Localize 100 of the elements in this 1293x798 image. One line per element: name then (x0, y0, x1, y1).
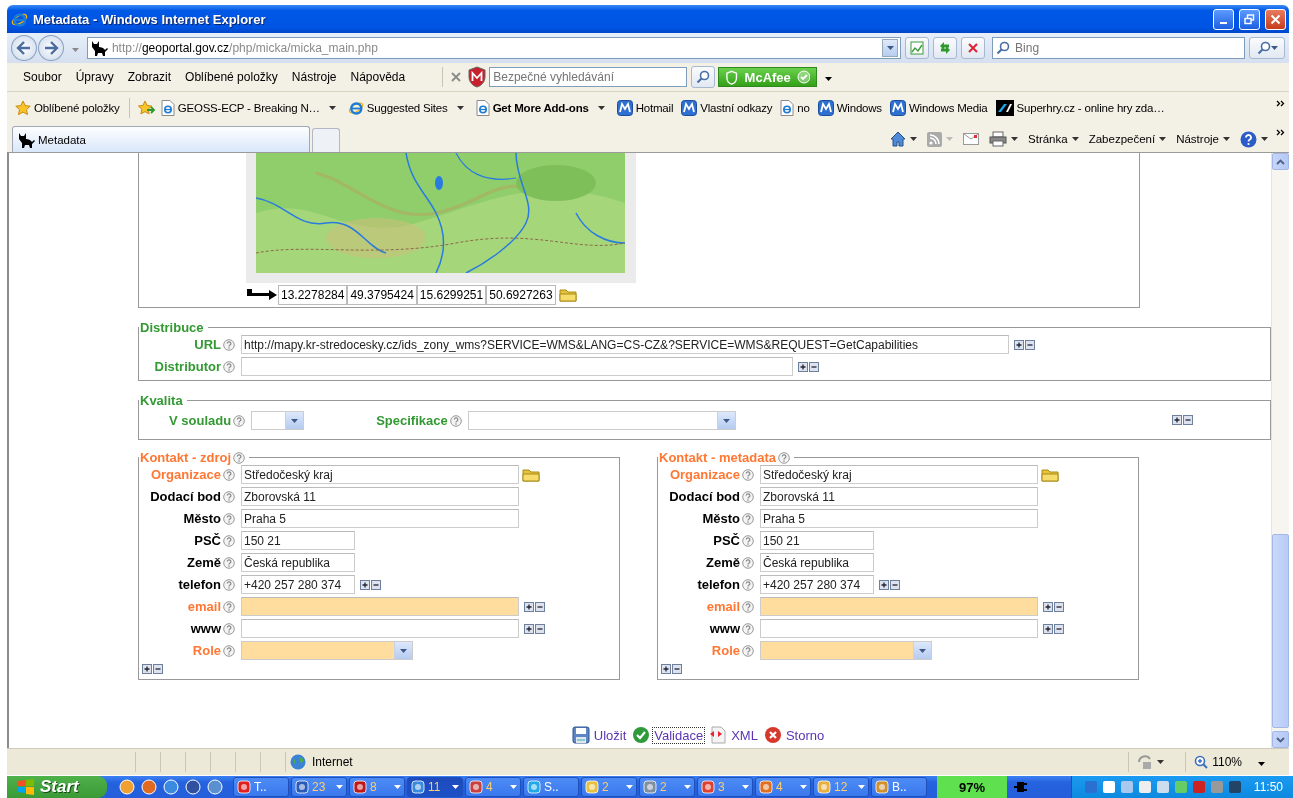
favorite-link[interactable]: Get More Add-ons (473, 99, 607, 116)
scroll-down-button[interactable] (1272, 731, 1289, 748)
input-field[interactable]: 150 21 (241, 531, 355, 550)
menu-item[interactable]: Nástroje (284, 70, 344, 84)
input-field[interactable]: Zborovská 11 (760, 487, 1038, 506)
add-button[interactable] (142, 664, 152, 674)
add-favorite-icon[interactable] (136, 99, 155, 116)
empty-input-field[interactable] (241, 619, 519, 638)
dropdown-button[interactable] (882, 39, 899, 57)
input-field[interactable]: +420 257 280 374 (241, 575, 355, 594)
action-link[interactable]: Storno (783, 726, 827, 744)
favorite-link[interactable]: Windows (815, 99, 884, 116)
taskbar-button[interactable]: T.. (233, 777, 289, 797)
favorite-link[interactable]: Windows Media (887, 99, 990, 116)
close-icon[interactable] (451, 72, 462, 82)
app-icon[interactable] (163, 779, 179, 795)
scroll-up-button[interactable] (1272, 153, 1289, 170)
refresh-button[interactable] (933, 37, 958, 59)
favorite-link[interactable]: GEOSS-ECP - Breaking N… (158, 99, 338, 116)
menu-item[interactable]: Soubor (16, 70, 69, 84)
remove-button[interactable] (1183, 414, 1193, 425)
add-button[interactable] (524, 601, 534, 612)
restore-button[interactable] (1239, 8, 1260, 30)
menu-item[interactable]: Nápověda (343, 70, 413, 84)
folder-button[interactable] (522, 467, 540, 482)
menu-item[interactable]: Oblíbené položky (178, 70, 285, 84)
remove-button[interactable] (1025, 339, 1035, 350)
add-button[interactable] (524, 623, 534, 634)
menu-item[interactable]: Zobrazit (120, 70, 179, 84)
remove-button[interactable] (1054, 601, 1064, 612)
input-field[interactable]: Středočeský kraj (241, 465, 519, 484)
chevron-icon[interactable] (1276, 100, 1285, 107)
input-field[interactable]: Praha 5 (760, 509, 1038, 528)
add-button[interactable] (661, 664, 671, 674)
favorite-link[interactable]: no (778, 99, 812, 116)
search-button[interactable] (1249, 37, 1285, 59)
command-menu[interactable]: Stránka (1026, 133, 1081, 145)
input-field[interactable]: Zborovská 11 (241, 487, 519, 506)
remove-button[interactable] (535, 601, 545, 612)
forward-button[interactable] (37, 35, 64, 61)
zoom-button[interactable]: 110% (1185, 752, 1273, 772)
action-link[interactable]: XML (729, 726, 760, 744)
protected-mode-icon[interactable] (1137, 754, 1154, 770)
app-icon[interactable] (141, 779, 157, 795)
add-button[interactable] (1014, 339, 1024, 350)
mail-button[interactable] (961, 133, 982, 145)
scrollbar[interactable] (1271, 153, 1289, 748)
remove-button[interactable] (672, 664, 682, 674)
add-button[interactable] (1172, 414, 1182, 425)
address-field[interactable]: http://geoportal.gov.cz/php/micka/micka_main.php (86, 37, 902, 59)
add-button[interactable] (360, 579, 370, 590)
scroll-thumb[interactable] (1272, 534, 1289, 728)
search-field[interactable]: Bing (992, 37, 1246, 59)
taskbar-button[interactable]: B.. (871, 777, 927, 797)
input-field[interactable]: http://mapy.kr-stredocesky.cz/ids_zony_wms?SERVICE=WMS&LANG=CS-CZ&?SERVICE=WMS&REQUEST=GetCapabilities (241, 335, 1009, 354)
tray-icon[interactable] (1227, 780, 1242, 794)
remove-button[interactable] (535, 623, 545, 634)
command-menu[interactable]: Nástroje (1174, 133, 1232, 145)
taskbar-button[interactable]: 11 (407, 777, 463, 797)
remove-button[interactable] (153, 664, 163, 674)
favorite-link[interactable]: Vlastní odkazy (679, 99, 775, 116)
input-field[interactable]: Česká republika (241, 553, 355, 572)
add-button[interactable] (1043, 623, 1053, 634)
add-button[interactable] (879, 579, 889, 590)
input-field[interactable]: 150 21 (760, 531, 874, 550)
action-link[interactable]: Uložit (591, 726, 629, 744)
help-button[interactable] (1238, 130, 1270, 148)
input-field[interactable]: +420 257 280 374 (760, 575, 874, 594)
menu-item[interactable]: Úpravy (68, 70, 121, 84)
tray-icon[interactable] (1155, 780, 1170, 794)
remove-button[interactable] (371, 579, 381, 590)
taskbar-button[interactable]: S.. (523, 777, 579, 797)
print-button[interactable] (987, 131, 1021, 147)
command-menu[interactable]: Zabezpečení (1086, 133, 1169, 145)
app-icon[interactable] (185, 779, 201, 795)
remove-button[interactable] (809, 361, 819, 372)
search-field[interactable]: Bezpečné vyhledávání (489, 67, 688, 87)
tray-icon[interactable] (1137, 780, 1152, 794)
browser-tab[interactable]: Metadata (12, 126, 310, 152)
app-icon[interactable] (119, 779, 135, 795)
remove-button[interactable] (890, 579, 900, 590)
input-field[interactable]: Česká republika (760, 553, 874, 572)
app-icon[interactable] (207, 779, 223, 795)
search-button[interactable] (691, 66, 716, 88)
favorite-link[interactable]: Hotmail (614, 99, 676, 116)
home-button[interactable] (888, 131, 920, 147)
remove-button[interactable] (1054, 623, 1064, 634)
close-button[interactable] (1265, 8, 1286, 30)
empty-input-field[interactable] (760, 597, 1038, 616)
tray-icon[interactable] (1101, 780, 1116, 794)
empty-input-field[interactable] (760, 619, 1038, 638)
back-button[interactable] (11, 35, 37, 61)
input-field[interactable]: Středočeský kraj (760, 465, 1038, 484)
action-link[interactable]: Validace (652, 726, 706, 744)
empty-input-field[interactable] (241, 357, 793, 376)
folder-button[interactable] (1041, 467, 1059, 482)
favorites-button[interactable]: Oblíbené položky (13, 99, 122, 116)
minimize-button[interactable] (1213, 8, 1234, 30)
folder-button[interactable] (558, 288, 577, 302)
input-field[interactable]: Praha 5 (241, 509, 519, 528)
